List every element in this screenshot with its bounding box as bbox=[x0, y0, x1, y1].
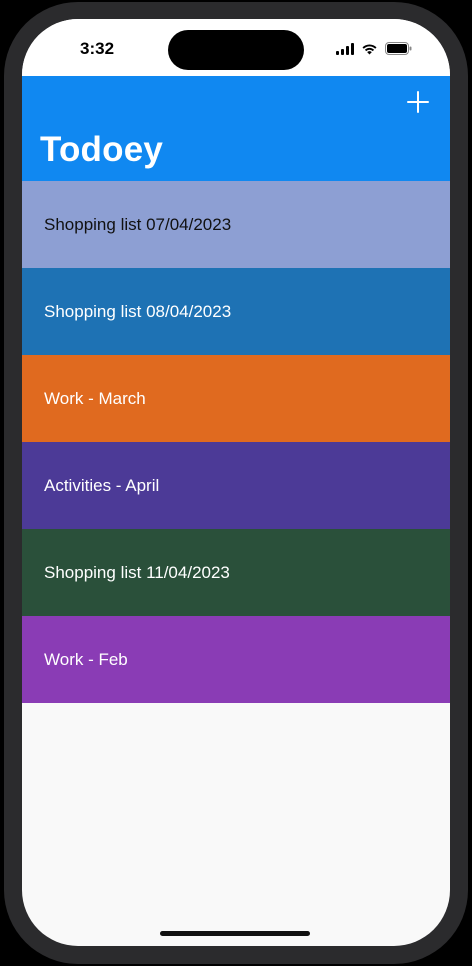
status-icons bbox=[336, 42, 412, 55]
battery-icon bbox=[385, 42, 412, 55]
dynamic-island bbox=[168, 30, 304, 70]
category-row[interactable]: Activities - April bbox=[22, 442, 450, 529]
plus-icon bbox=[407, 91, 429, 113]
status-time: 3:32 bbox=[80, 39, 115, 58]
category-label: Shopping list 08/04/2023 bbox=[44, 301, 232, 321]
phone-frame: 3:32 Todoey Shopping list 07/04/2023 Sho… bbox=[0, 0, 472, 966]
status-bar: 3:32 bbox=[22, 19, 450, 76]
category-row[interactable]: Work - Feb bbox=[22, 616, 450, 703]
category-row[interactable]: Shopping list 08/04/2023 bbox=[22, 268, 450, 355]
category-label: Work - March bbox=[44, 388, 146, 408]
page-title: Todoey bbox=[40, 130, 164, 169]
wifi-icon bbox=[361, 43, 378, 55]
category-row[interactable]: Work - March bbox=[22, 355, 450, 442]
navigation-bar: Todoey bbox=[22, 76, 450, 181]
category-label: Shopping list 07/04/2023 bbox=[44, 214, 232, 234]
category-row[interactable]: Shopping list 07/04/2023 bbox=[22, 181, 450, 268]
cellular-signal-icon bbox=[336, 42, 354, 55]
category-label: Shopping list 11/04/2023 bbox=[44, 562, 230, 582]
category-list: Shopping list 07/04/2023 Shopping list 08… bbox=[22, 181, 450, 703]
category-label: Activities - April bbox=[44, 475, 160, 495]
category-label: Work - Feb bbox=[44, 649, 128, 669]
category-row[interactable]: Shopping list 11/04/2023 bbox=[22, 529, 450, 616]
add-category-button[interactable] bbox=[402, 86, 434, 118]
home-indicator[interactable] bbox=[160, 931, 310, 936]
app-screen: 3:32 Todoey Shopping list 07/04/2023 Sho… bbox=[22, 19, 450, 946]
